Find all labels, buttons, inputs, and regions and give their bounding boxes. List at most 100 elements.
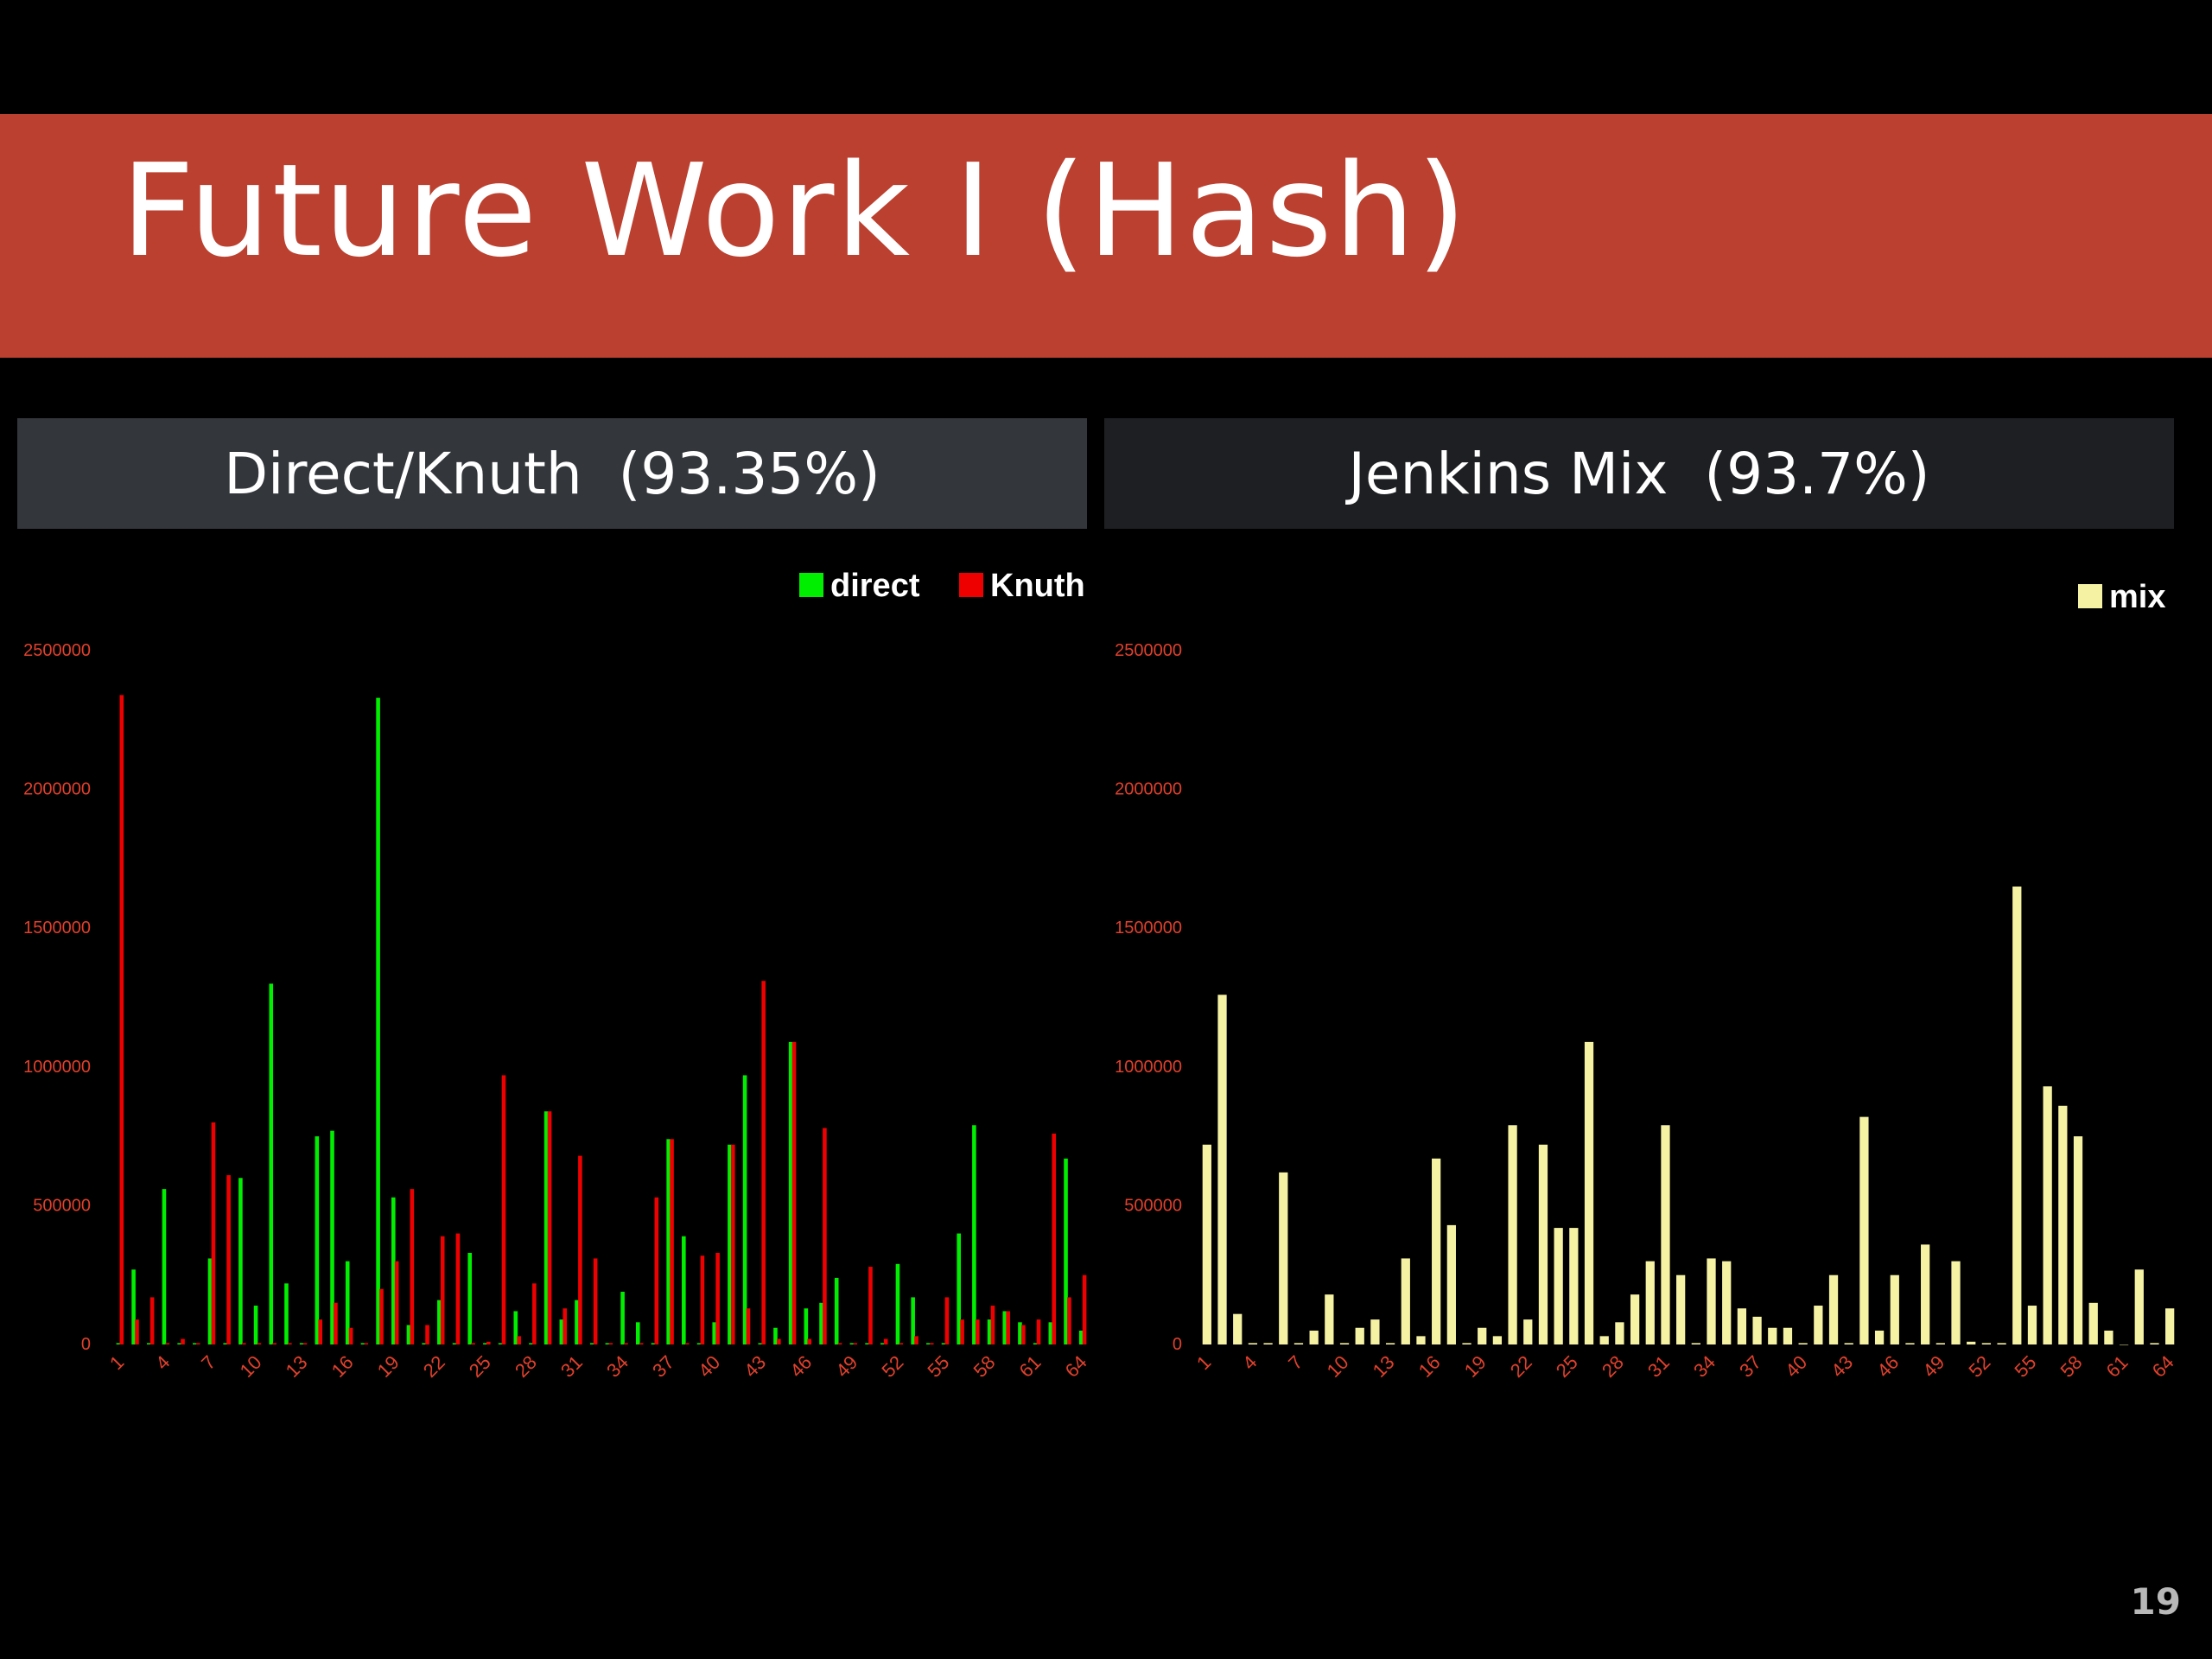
x-tick-label: 16 [327, 1351, 358, 1382]
bar-mix [1538, 1144, 1548, 1344]
bar-mix [1859, 1116, 1869, 1344]
bar-direct [162, 1189, 167, 1344]
bar-knuth [823, 1128, 827, 1344]
legend-swatch-knuth [959, 573, 983, 597]
bar-mix [2150, 1343, 2159, 1344]
bar-direct [284, 1283, 289, 1344]
x-tick-label: 37 [1735, 1351, 1765, 1382]
bar-mix [1584, 1041, 1594, 1344]
bar-mix [1401, 1258, 1410, 1344]
bar-direct [253, 1306, 258, 1344]
x-tick-label: 19 [373, 1351, 404, 1382]
x-tick-label: 31 [1643, 1351, 1674, 1382]
bar-knuth [272, 1343, 276, 1344]
x-tick-label: 16 [1414, 1351, 1445, 1382]
bar-mix [2073, 1136, 2083, 1344]
bar-knuth [914, 1336, 918, 1344]
y-tick-label: 2000000 [23, 780, 91, 799]
bar-knuth [960, 1319, 964, 1344]
bar-knuth [1006, 1311, 1010, 1344]
bar-direct [269, 983, 274, 1344]
bar-mix [1905, 1343, 1915, 1344]
x-tick-label: 19 [1460, 1351, 1491, 1382]
bar-mix [2119, 1344, 2129, 1345]
x-tick-label: 10 [1323, 1351, 1353, 1382]
bar-knuth [593, 1258, 598, 1344]
bar-mix [1385, 1343, 1395, 1344]
x-tick-label: 43 [1827, 1351, 1857, 1382]
bar-mix [1263, 1343, 1273, 1344]
x-tick-label: 64 [1061, 1351, 1091, 1382]
x-tick-label: 37 [648, 1351, 678, 1382]
bar-mix [1661, 1125, 1670, 1344]
bar-knuth [348, 1327, 353, 1344]
bar-knuth [1082, 1274, 1087, 1344]
x-tick-label: 49 [1918, 1351, 1948, 1382]
bar-knuth [410, 1189, 415, 1344]
bar-knuth [440, 1236, 445, 1344]
bar-knuth [791, 1041, 797, 1344]
x-tick-label: 25 [1552, 1351, 1582, 1382]
x-tick-label: 22 [419, 1351, 449, 1382]
bar-knuth [455, 1233, 461, 1344]
bar-mix [1737, 1308, 1747, 1344]
bar-mix [1446, 1224, 1456, 1344]
bar-direct [895, 1263, 900, 1344]
y-tick-label: 2000000 [1115, 780, 1182, 799]
bar-mix [1416, 1336, 1426, 1344]
bar-mix [1997, 1343, 2006, 1344]
y-tick-label: 1000000 [1115, 1058, 1182, 1077]
y-tick-label: 500000 [33, 1196, 91, 1215]
bar-knuth [517, 1336, 521, 1344]
bar-mix [1279, 1172, 1288, 1344]
bar-mix [1432, 1158, 1441, 1344]
bar-knuth [853, 1343, 858, 1344]
bar-knuth [563, 1308, 568, 1344]
bar-direct [376, 697, 380, 1344]
bar-direct [972, 1125, 976, 1344]
bar-mix [1339, 1343, 1350, 1344]
bar-knuth [654, 1197, 659, 1344]
bar-mix [1309, 1330, 1319, 1344]
bar-mix [1890, 1274, 1899, 1344]
bar-knuth [135, 1319, 139, 1344]
x-tick-label: 52 [1964, 1351, 1994, 1382]
bar-mix [2165, 1308, 2175, 1344]
x-tick-label: 52 [877, 1351, 907, 1382]
legend-label-direct: direct [830, 568, 920, 604]
bar-knuth [288, 1343, 292, 1344]
left-panel-header: Direct/Knuth (93.35%) [17, 418, 1087, 529]
bar-mix [1828, 1274, 1839, 1344]
bar-mix [1355, 1327, 1364, 1344]
bar-knuth [578, 1155, 582, 1344]
x-tick-label: 4 [1238, 1351, 1261, 1374]
bar-direct [742, 1075, 747, 1344]
bar-mix [1599, 1336, 1609, 1344]
bar-direct [467, 1253, 473, 1344]
y-tick-label: 0 [1173, 1335, 1182, 1354]
x-tick-label: 31 [556, 1351, 587, 1382]
x-tick-label: 22 [1506, 1351, 1536, 1382]
bar-knuth [944, 1297, 950, 1344]
bar-direct [238, 1178, 243, 1344]
bar-mix [1981, 1343, 1992, 1344]
bar-mix [1814, 1306, 1823, 1344]
bar-mix [1798, 1343, 1808, 1344]
bar-direct [834, 1277, 839, 1344]
bar-mix [1874, 1330, 1885, 1344]
bar-knuth [119, 695, 124, 1344]
x-tick-label: 46 [1872, 1351, 1903, 1382]
bar-mix [1844, 1343, 1853, 1344]
bar-mix [2058, 1105, 2068, 1344]
bar-mix [2043, 1086, 2052, 1344]
bar-knuth [318, 1319, 323, 1344]
charts-area: 050000010000001500000200000025000001 4 7 10… [23, 568, 2178, 1382]
bar-mix [1294, 1343, 1304, 1344]
x-tick-label: 40 [694, 1351, 724, 1382]
bar-mix [2012, 887, 2022, 1344]
x-tick-label: 58 [2056, 1351, 2087, 1382]
bar-knuth [195, 1343, 200, 1344]
bar-mix [1478, 1327, 1487, 1344]
bar-mix [1676, 1274, 1686, 1344]
x-tick-label: 1 [105, 1351, 128, 1374]
